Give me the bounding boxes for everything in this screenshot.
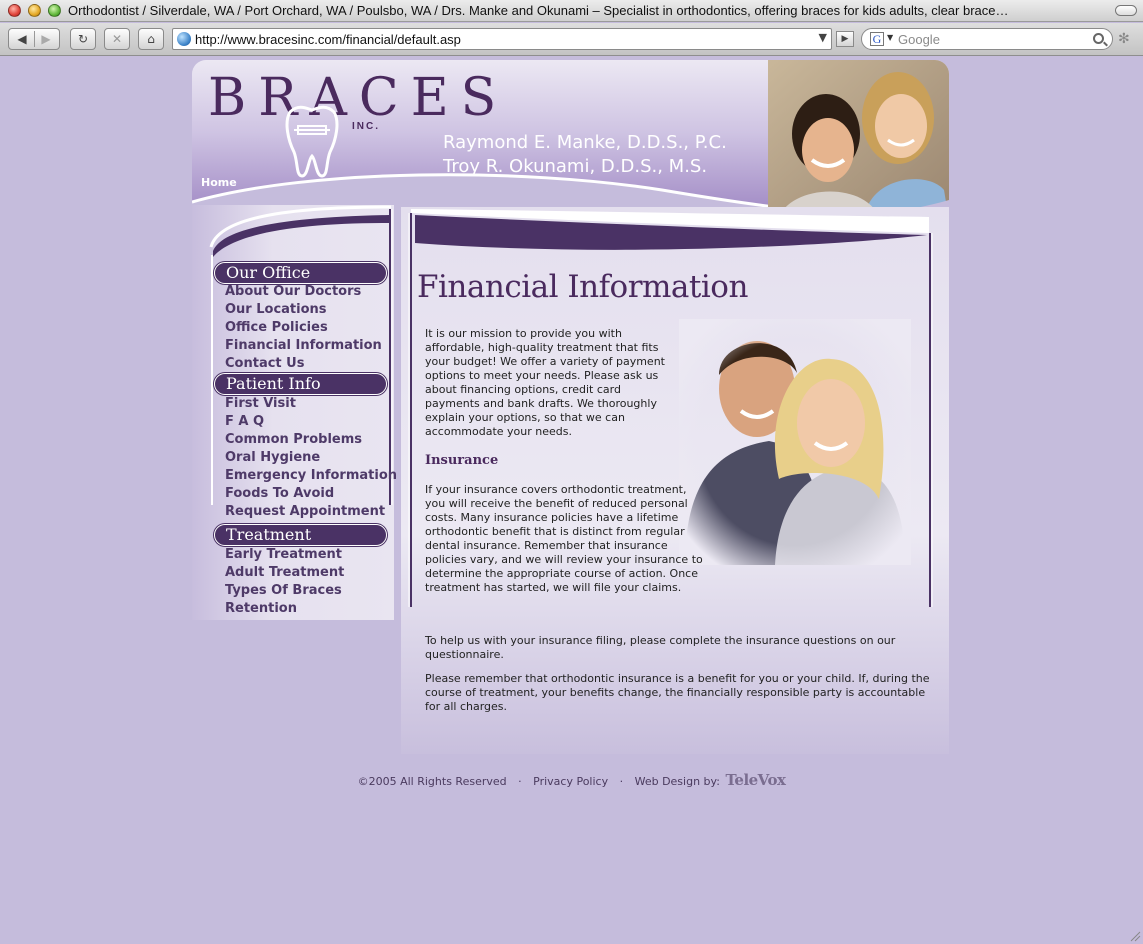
nav-header-patient-info[interactable]: Patient Info — [214, 373, 387, 395]
nav-item-common-problems[interactable]: Common Problems — [225, 432, 362, 447]
nav-item-request-appointment[interactable]: Request Appointment — [225, 504, 385, 519]
page-title: Financial Information — [417, 269, 748, 305]
caret-down-icon[interactable]: ▼ — [887, 33, 893, 42]
nav-item-contact-us[interactable]: Contact Us — [225, 356, 304, 371]
nav-item-faq[interactable]: F A Q — [225, 414, 264, 429]
search-input[interactable]: Google — [898, 32, 940, 47]
intro-paragraph: It is our mission to provide you with af… — [425, 327, 665, 438]
nav-header-our-office[interactable]: Our Office — [214, 262, 387, 284]
adult-couple-photo — [679, 319, 911, 565]
web-page: BRACES INC. Raymond E. Manke, D.D.S., P.… — [0, 57, 1143, 944]
minimize-window-button[interactable] — [28, 4, 41, 17]
nav-item-office-policies[interactable]: Office Policies — [225, 320, 328, 335]
nav-item-early-treatment[interactable]: Early Treatment — [225, 547, 342, 562]
loading-spinner-icon: ✻ — [1118, 31, 1130, 47]
browser-toolbar: ◀ ▶ ↻ ✕ ⌂ http://www.bracesinc.com/financ… — [0, 23, 1143, 56]
site-footer: ©2005 All Rights Reserved · Privacy Poli… — [0, 771, 1143, 789]
nav-item-our-locations[interactable]: Our Locations — [225, 302, 327, 317]
window-titlebar: Orthodontist / Silverdale, WA / Port Orc… — [0, 0, 1143, 22]
home-link[interactable]: Home — [201, 176, 237, 189]
snapback-button[interactable]: ▶ — [836, 31, 854, 47]
insurance-heading: Insurance — [425, 453, 499, 468]
insurance-paragraph: If your insurance covers orthodontic tre… — [425, 483, 703, 594]
main-content: Financial Information It is our mission … — [401, 207, 949, 754]
insurance-reminder-paragraph: Please remember that orthodontic insuran… — [425, 672, 930, 713]
resize-grip-icon[interactable] — [1129, 930, 1141, 942]
google-icon[interactable]: G — [870, 32, 884, 46]
divider — [34, 31, 35, 47]
nav-item-adult-treatment[interactable]: Adult Treatment — [225, 565, 344, 580]
forward-button[interactable]: ▶ — [34, 29, 58, 49]
tooth-icon — [285, 105, 339, 178]
doctor-name-okunami: Troy R. Okunami, D.D.S., M.S. — [443, 156, 708, 177]
logo-inc: INC. — [352, 121, 380, 132]
copyright-text: ©2005 All Rights Reserved — [357, 775, 507, 788]
close-window-button[interactable] — [8, 4, 21, 17]
url-text[interactable]: http://www.bracesinc.com/financial/defau… — [195, 32, 461, 47]
privacy-policy-link[interactable]: Privacy Policy — [533, 775, 608, 788]
nav-item-retention[interactable]: Retention — [225, 601, 297, 616]
nav-item-first-visit[interactable]: First Visit — [225, 396, 296, 411]
zoom-window-button[interactable] — [48, 4, 61, 17]
reload-button[interactable]: ↻ — [70, 28, 96, 50]
chevron-down-icon[interactable]: ▼ — [819, 31, 827, 44]
nav-header-treatment[interactable]: Treatment — [214, 524, 387, 546]
doctor-name-manke: Raymond E. Manke, D.D.S., P.C. — [443, 132, 727, 153]
site-header: BRACES INC. Raymond E. Manke, D.D.S., P.… — [192, 60, 949, 220]
footer-separator: · — [619, 775, 624, 788]
nav-item-emergency-information[interactable]: Emergency Information — [225, 468, 397, 483]
nav-item-about-our-doctors[interactable]: About Our Doctors — [225, 284, 361, 299]
insurance-filing-paragraph: To help us with your insurance filing, p… — [425, 634, 896, 661]
sidebar-nav: Our Office About Our Doctors Our Locatio… — [192, 205, 397, 620]
nav-item-financial-information[interactable]: Financial Information — [225, 338, 382, 353]
back-forward-group: ◀ ▶ — [8, 28, 60, 50]
web-design-label: Web Design by: — [634, 775, 720, 788]
toolbar-toggle-button[interactable] — [1115, 5, 1137, 16]
back-button[interactable]: ◀ — [10, 29, 34, 49]
footer-separator: · — [518, 775, 522, 788]
stop-button[interactable]: ✕ — [104, 28, 130, 50]
nav-item-oral-hygiene[interactable]: Oral Hygiene — [225, 450, 320, 465]
search-icon[interactable] — [1093, 33, 1104, 44]
window-title: Orthodontist / Silverdale, WA / Port Orc… — [68, 3, 1009, 18]
teen-couple-photo — [768, 60, 949, 220]
televox-logo[interactable]: TeleVox — [725, 771, 785, 789]
address-bar[interactable]: http://www.bracesinc.com/financial/defau… — [172, 28, 832, 50]
home-button[interactable]: ⌂ — [138, 28, 164, 50]
nav-item-types-of-braces[interactable]: Types Of Braces — [225, 583, 342, 598]
nav-item-foods-to-avoid[interactable]: Foods To Avoid — [225, 486, 334, 501]
globe-icon — [177, 32, 191, 46]
search-field[interactable]: G ▼ Google — [861, 28, 1113, 50]
braces-logo[interactable]: BRACES — [208, 68, 508, 128]
